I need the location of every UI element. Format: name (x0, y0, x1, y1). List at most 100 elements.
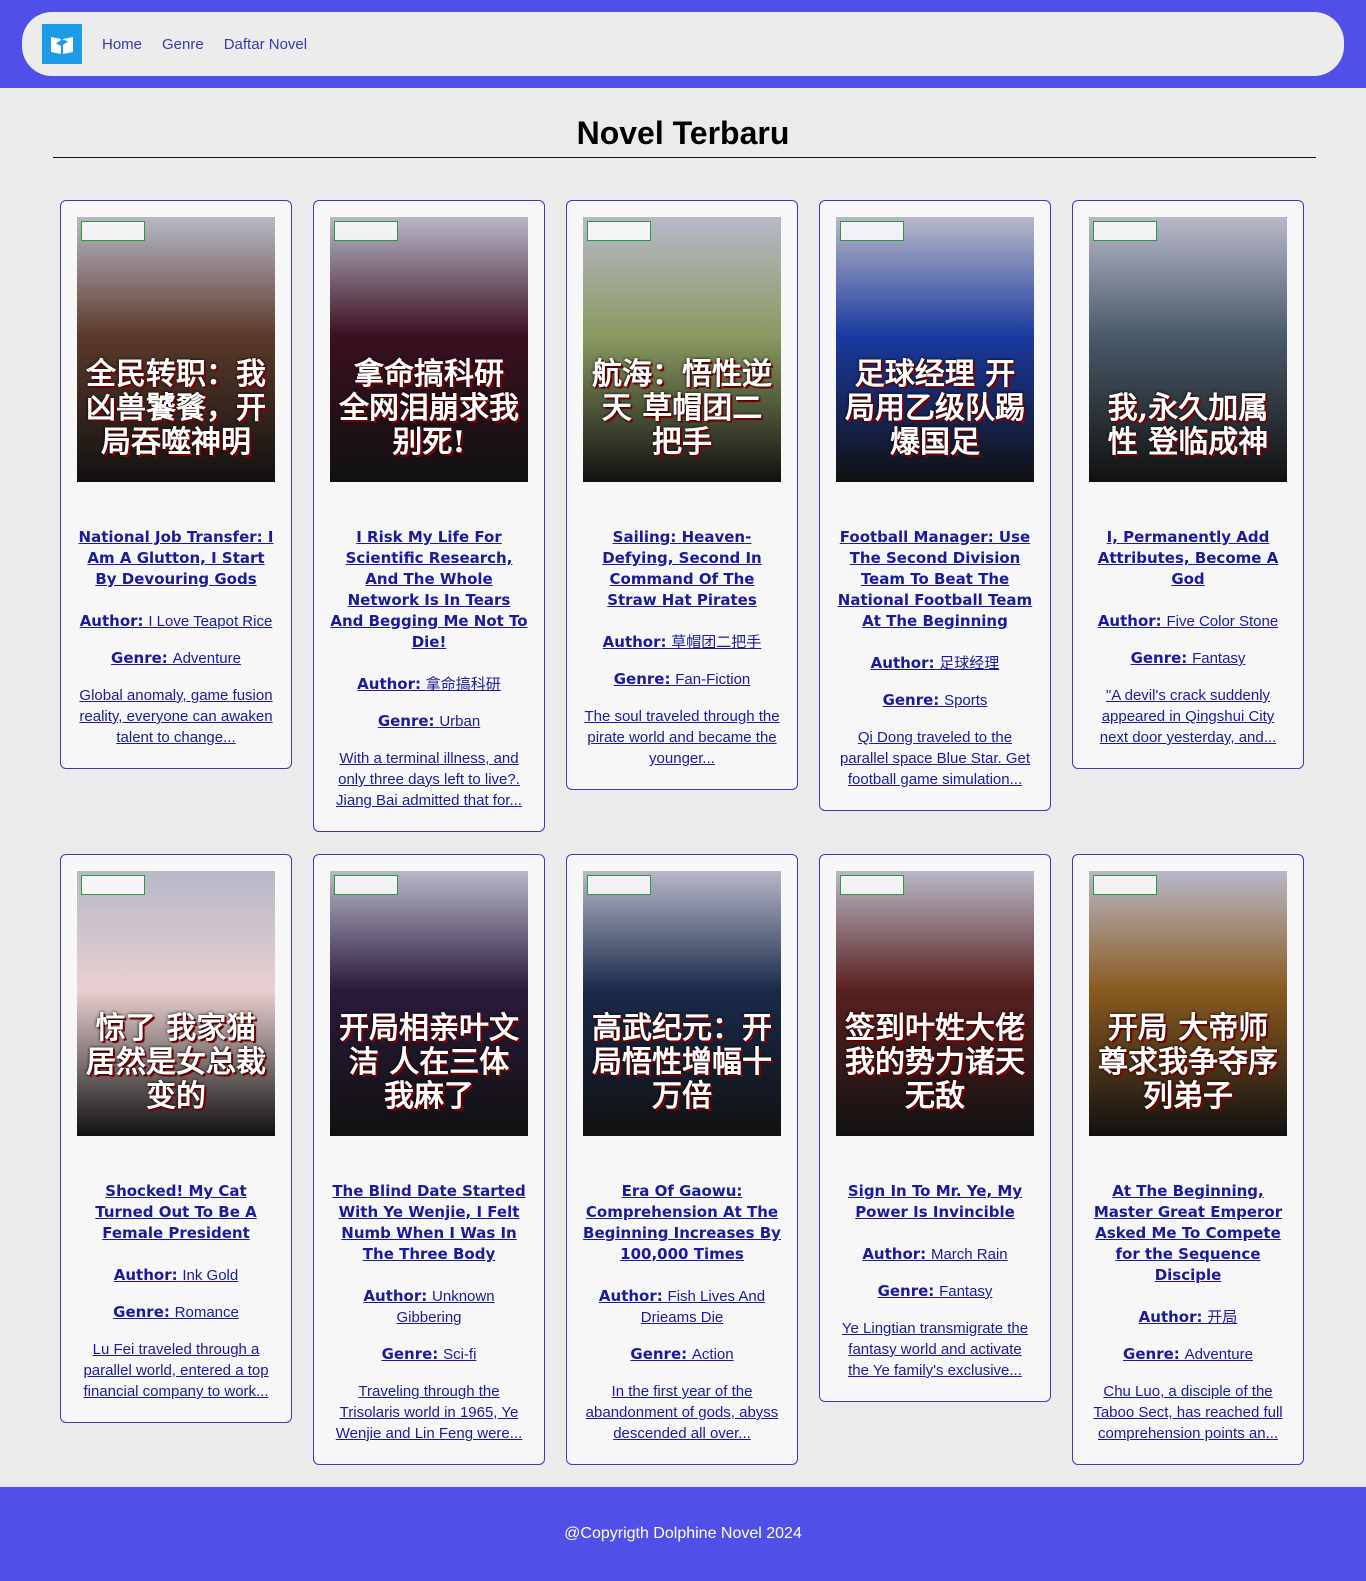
novel-cover-image[interactable]: 开局 大帝师尊求我争夺序列弟子 (1089, 871, 1287, 1136)
novel-card[interactable]: 足球经理 开局用乙级队踢爆国足 Football Manager: Use The… (819, 200, 1051, 811)
genre-label: Genre: (377, 712, 435, 730)
novel-title-link[interactable]: I, Permanently Add Attributes, Become A … (1089, 527, 1287, 590)
novel-cover-image[interactable]: 高武纪元：开局悟性增幅十万倍 (583, 871, 781, 1136)
author-value: 足球经理 (939, 655, 1000, 672)
novel-cover-image[interactable]: 拿命搞科研 全网泪崩求我别死! (330, 217, 528, 482)
author-value: 开局 (1207, 1309, 1238, 1326)
novel-card[interactable]: 开局 大帝师尊求我争夺序列弟子 At The Beginning, Master … (1072, 854, 1304, 1465)
novel-card[interactable]: 全民转职：我凶兽饕餮，开局吞噬神明 National Job Transfer: … (60, 200, 292, 769)
author-value: 拿命搞科研 (425, 676, 501, 693)
novel-genre[interactable]: Genre: Action (583, 1344, 781, 1365)
publisher-badge (334, 221, 398, 241)
novel-card[interactable]: 高武纪元：开局悟性增幅十万倍 Era Of Gaowu: Comprehensio… (566, 854, 798, 1465)
publisher-badge (587, 221, 651, 241)
novel-author[interactable]: Author: 拿命搞科研 (330, 674, 528, 695)
novel-genre[interactable]: Genre: Fantasy (1089, 648, 1287, 669)
author-label: Author: (598, 1287, 663, 1305)
novel-card[interactable]: 惊了 我家猫居然是女总裁变的 Shocked! My Cat Turned Out… (60, 854, 292, 1423)
author-label: Author: (602, 633, 667, 651)
author-label: Author: (113, 1266, 178, 1284)
novel-cover-image[interactable]: 惊了 我家猫居然是女总裁变的 (77, 871, 275, 1136)
novel-author[interactable]: Author: I Love Teapot Rice (77, 611, 275, 632)
novel-title-link[interactable]: Football Manager: Use The Second Divisio… (836, 527, 1034, 632)
novel-description[interactable]: Qi Dong traveled to the parallel space B… (836, 727, 1034, 790)
cover-title: 开局相亲叶文洁 人在三体我麻了 (339, 1011, 519, 1114)
novel-genre[interactable]: Genre: Fan-Fiction (583, 669, 781, 690)
novel-genre[interactable]: Genre: Sports (836, 690, 1034, 711)
genre-value: Romance (174, 1304, 239, 1321)
genre-label: Genre: (882, 691, 940, 709)
genre-value: Sci-fi (443, 1346, 477, 1363)
novel-genre[interactable]: Genre: Sci-fi (330, 1344, 528, 1365)
genre-value: Fantasy (1192, 650, 1246, 667)
author-label: Author: (363, 1287, 428, 1305)
author-label: Author: (357, 675, 422, 693)
novel-cover-image[interactable]: 签到叶姓大佬 我的势力诸天无敌 (836, 871, 1034, 1136)
nav-link-genre[interactable]: Genre (162, 36, 204, 53)
novel-card[interactable]: 拿命搞科研 全网泪崩求我别死! I Risk My Life For Scient… (313, 200, 545, 832)
novel-cover-image[interactable]: 航海：悟性逆天 草帽团二把手 (583, 217, 781, 482)
publisher-badge (1093, 221, 1157, 241)
novel-description[interactable]: The soul traveled through the pirate wor… (583, 706, 781, 769)
novel-description[interactable]: Chu Luo, a disciple of the Taboo Sect, h… (1089, 1381, 1287, 1444)
novel-author[interactable]: Author: March Rain (836, 1244, 1034, 1265)
novel-cover-image[interactable]: 全民转职：我凶兽饕餮，开局吞噬神明 (77, 217, 275, 482)
cover-title: 拿命搞科研 全网泪崩求我别死! (339, 357, 519, 460)
novel-author[interactable]: Author: Unknown Gibbering (330, 1286, 528, 1328)
author-value: Ink Gold (182, 1267, 239, 1284)
cover-title: 航海：悟性逆天 草帽团二把手 (592, 357, 772, 460)
cover-title: 我,永久加属性 登临成神 (1107, 391, 1269, 460)
novel-genre[interactable]: Genre: Adventure (77, 648, 275, 669)
novel-card[interactable]: 我,永久加属性 登临成神 I, Permanently Add Attribute… (1072, 200, 1304, 769)
footer: @Copyrigth Dolphine Novel 2024 (0, 1487, 1366, 1581)
novel-title-link[interactable]: At The Beginning, Master Great Emperor A… (1089, 1181, 1287, 1286)
novel-author[interactable]: Author: 草帽团二把手 (583, 632, 781, 653)
novel-genre[interactable]: Genre: Adventure (1089, 1344, 1287, 1365)
book-logo-icon[interactable] (42, 24, 82, 64)
nav-link-daftar-novel[interactable]: Daftar Novel (224, 36, 307, 53)
novel-genre[interactable]: Genre: Romance (77, 1302, 275, 1323)
novel-card[interactable]: 签到叶姓大佬 我的势力诸天无敌 Sign In To Mr. Ye, My Pow… (819, 854, 1051, 1402)
genre-label: Genre: (381, 1345, 439, 1363)
novel-title-link[interactable]: Sailing: Heaven-Defying, Second In Comma… (583, 527, 781, 611)
author-label: Author: (870, 654, 935, 672)
novel-title-link[interactable]: Sign In To Mr. Ye, My Power Is Invincibl… (836, 1181, 1034, 1223)
author-value: I Love Teapot Rice (148, 613, 273, 630)
novel-card[interactable]: 开局相亲叶文洁 人在三体我麻了 The Blind Date Started Wi… (313, 854, 545, 1465)
novel-author[interactable]: Author: Fish Lives And Drieams Die (583, 1286, 781, 1328)
novel-author[interactable]: Author: 足球经理 (836, 653, 1034, 674)
novel-description[interactable]: With a terminal illness, and only three … (330, 748, 528, 811)
novel-title-link[interactable]: I Risk My Life For Scientific Research, … (330, 527, 528, 653)
novel-cover-image[interactable]: 开局相亲叶文洁 人在三体我麻了 (330, 871, 528, 1136)
novel-genre[interactable]: Genre: Urban (330, 711, 528, 732)
genre-label: Genre: (613, 670, 671, 688)
novel-cover-image[interactable]: 足球经理 开局用乙级队踢爆国足 (836, 217, 1034, 482)
cover-title: 惊了 我家猫居然是女总裁变的 (86, 1011, 266, 1114)
publisher-badge (1093, 875, 1157, 895)
genre-label: Genre: (1130, 649, 1188, 667)
genre-label: Genre: (1123, 1345, 1180, 1363)
cover-title: 足球经理 开局用乙级队踢爆国足 (845, 357, 1025, 460)
publisher-badge (81, 875, 145, 895)
novel-title-link[interactable]: Era Of Gaowu: Comprehension At The Begin… (583, 1181, 781, 1265)
novel-genre[interactable]: Genre: Fantasy (836, 1281, 1034, 1302)
author-value: March Rain (930, 1246, 1008, 1263)
cover-title: 签到叶姓大佬 我的势力诸天无敌 (845, 1011, 1025, 1114)
novel-description[interactable]: Ye Lingtian transmigrate the fantasy wor… (836, 1318, 1034, 1381)
novel-title-link[interactable]: Shocked! My Cat Turned Out To Be A Femal… (77, 1181, 275, 1244)
nav-link-home[interactable]: Home (102, 36, 142, 53)
author-label: Author: (1138, 1308, 1203, 1326)
novel-author[interactable]: Author: Five Color Stone (1089, 611, 1287, 632)
novel-description[interactable]: Traveling through the Trisolaris world i… (330, 1381, 528, 1444)
navbar: Home Genre Daftar Novel (22, 12, 1344, 76)
novel-description[interactable]: Lu Fei traveled through a parallel world… (77, 1339, 275, 1402)
novel-card[interactable]: 航海：悟性逆天 草帽团二把手 Sailing: Heaven-Defying, S… (566, 200, 798, 790)
novel-author[interactable]: Author: 开局 (1089, 1307, 1287, 1328)
novel-cover-image[interactable]: 我,永久加属性 登临成神 (1089, 217, 1287, 482)
novel-description[interactable]: "A devil's crack suddenly appeared in Qi… (1089, 685, 1287, 748)
novel-description[interactable]: In the first year of the abandonment of … (583, 1381, 781, 1444)
novel-title-link[interactable]: The Blind Date Started With Ye Wenjie, I… (330, 1181, 528, 1265)
novel-author[interactable]: Author: Ink Gold (77, 1265, 275, 1286)
novel-title-link[interactable]: National Job Transfer: I Am A Glutton, I… (77, 527, 275, 590)
novel-description[interactable]: Global anomaly, game fusion reality, eve… (77, 685, 275, 748)
